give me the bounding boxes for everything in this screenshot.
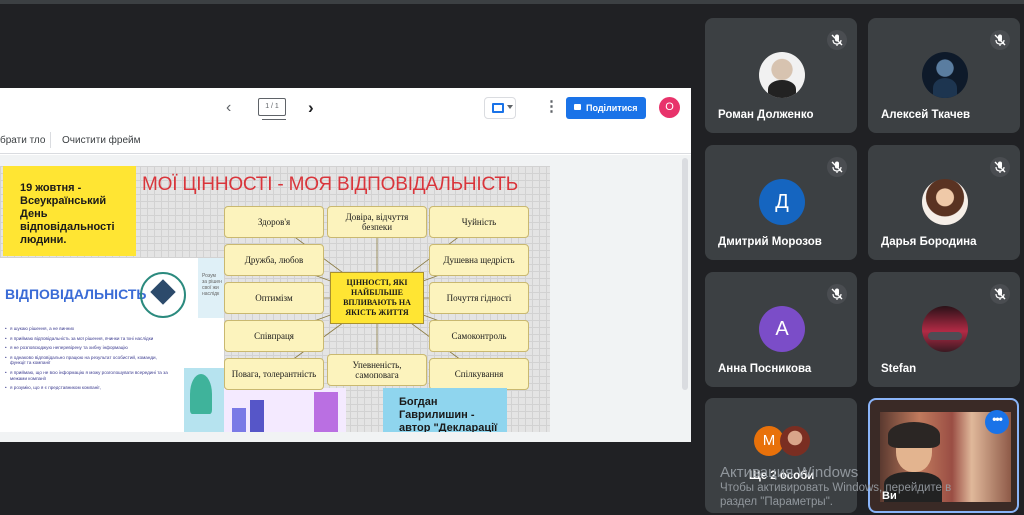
participant-tile[interactable]: Д Дмитрий Морозов — [705, 145, 857, 260]
canvas-scrollbar[interactable] — [682, 158, 688, 390]
mic-off-icon — [990, 157, 1010, 177]
whiteboard-toolbar-secondary: брати тло Очистити фрейм — [0, 128, 691, 154]
more-vert-icon[interactable]: ⋮ — [544, 97, 559, 115]
chevron-down-icon — [507, 105, 513, 109]
participant-name: Stefan — [881, 363, 917, 375]
participant-tile[interactable]: Stefan — [868, 272, 1020, 387]
value-box: Упевненість, самоповага — [327, 354, 427, 386]
user-avatar[interactable]: O — [659, 97, 680, 118]
participant-name: Дарья Бородина — [881, 236, 977, 248]
avatar — [922, 179, 968, 225]
slide: 19 жовтня - Всеукраїнський День відповід… — [0, 166, 550, 432]
mic-off-icon — [827, 30, 847, 50]
participant-name: Роман Долженко — [718, 109, 814, 121]
value-box: Повага, толерантність — [224, 358, 324, 390]
watermark-text: Чтобы активировать Windows, перейдите в — [720, 482, 952, 494]
mic-off-icon — [827, 284, 847, 304]
toolbar-divider — [50, 132, 51, 148]
participant-tile[interactable]: Дарья Бородина — [868, 145, 1020, 260]
clear-frame-button[interactable]: Очистити фрейм — [62, 135, 141, 146]
windows-activation-watermark: Активация Windows Чтобы активировать Win… — [720, 465, 951, 509]
mic-off-icon — [827, 157, 847, 177]
value-box: Співпраця — [224, 320, 324, 352]
participant-name: Алексей Ткачев — [881, 109, 971, 121]
quote-line: Гаврилишин - — [399, 409, 475, 421]
participant-tile[interactable]: Алексей Ткачев — [868, 18, 1020, 133]
prev-frame-icon[interactable]: ‹ — [226, 99, 231, 117]
value-box: Чуйність — [429, 206, 529, 238]
value-box: Самоконтроль — [429, 320, 529, 352]
participant-tile[interactable]: А Анна Посникова — [705, 272, 857, 387]
participant-name: Анна Посникова — [718, 363, 812, 375]
whiteboard-toolbar: ‹ 1 / 1 › ⋮ Поділитися O — [0, 88, 691, 126]
participant-tile[interactable]: Роман Долженко — [705, 18, 857, 133]
more-horiz-icon[interactable]: ••• — [985, 410, 1009, 434]
value-box: Дружба, любов — [224, 244, 324, 276]
avatar — [922, 306, 968, 352]
value-box: Спілкування — [429, 358, 529, 390]
set-background-button[interactable]: брати тло — [0, 135, 45, 146]
avatar-initial: Д — [759, 179, 805, 225]
share-button[interactable]: Поділитися — [566, 97, 646, 119]
value-box: Душевна щедрість — [429, 244, 529, 276]
frame-indicator[interactable]: 1 / 1 — [258, 98, 286, 120]
quote-line: автор "Декларації — [399, 422, 498, 432]
quote-box: Богдан Гаврилишин - автор "Декларації — [383, 388, 507, 432]
avatar — [759, 52, 805, 98]
quote-line: Богдан — [399, 396, 438, 408]
watermark-title: Активация Windows — [720, 464, 859, 481]
values-center-box: ЦІННОСТІ, ЯКІ НАЙБІЛЬШЕ ВПЛИВАЮТЬ НА ЯКІ… — [330, 272, 424, 324]
value-box: Оптимізм — [224, 282, 324, 314]
participant-name: Дмитрий Морозов — [718, 236, 822, 248]
present-button[interactable] — [484, 97, 516, 119]
watermark-text: раздел "Параметры". — [720, 496, 833, 508]
top-strip — [0, 0, 1024, 4]
next-frame-icon[interactable]: › — [308, 98, 314, 118]
shared-screen: ‹ 1 / 1 › ⋮ Поділитися O брати тло Очист… — [0, 88, 691, 442]
value-box: Довіра, відчуття безпеки — [327, 206, 427, 238]
mic-off-icon — [990, 30, 1010, 50]
lock-icon — [574, 104, 581, 110]
mic-off-icon — [990, 284, 1010, 304]
avatar-initial: А — [759, 306, 805, 352]
avatar — [922, 52, 968, 98]
value-box: Почуття гідності — [429, 282, 529, 314]
share-button-label: Поділитися — [586, 103, 638, 113]
avatar — [780, 426, 810, 456]
present-icon — [492, 103, 504, 113]
value-box: Здоров'я — [224, 206, 324, 238]
